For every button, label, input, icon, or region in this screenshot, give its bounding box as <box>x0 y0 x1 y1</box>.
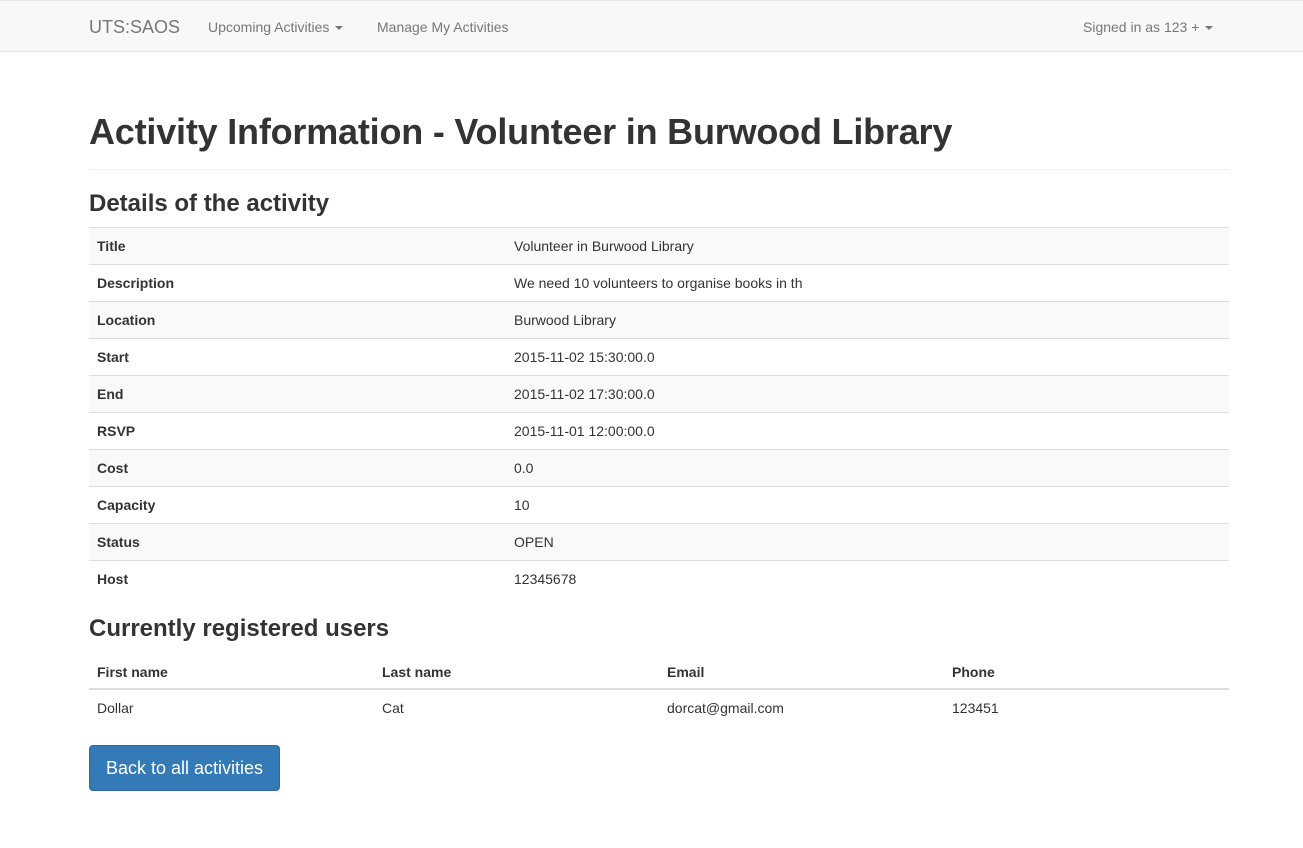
column-header-email: Email <box>659 655 944 690</box>
details-table: Title Volunteer in Burwood Library Descri… <box>89 227 1229 598</box>
table-row: Start 2015-11-02 15:30:00.0 <box>89 338 1229 376</box>
upcoming-activities-dropdown[interactable]: Upcoming Activities <box>208 19 344 35</box>
column-header-phone: Phone <box>944 655 1229 690</box>
cell-last-name: Cat <box>382 699 404 716</box>
caret-down-icon <box>335 26 344 31</box>
detail-label: End <box>89 375 506 413</box>
column-header-first-name: First name <box>89 655 374 690</box>
detail-value: We need 10 volunteers to organise books … <box>506 264 1229 302</box>
table-row: Capacity 10 <box>89 486 1229 524</box>
cell-phone: 123451 <box>952 699 999 716</box>
signed-in-label: Signed in as 123 + <box>1083 19 1200 35</box>
detail-value: OPEN <box>506 523 1229 561</box>
table-row: Title Volunteer in Burwood Library <box>89 227 1229 265</box>
table-row: Host 12345678 <box>89 560 1229 598</box>
back-to-all-activities-button[interactable]: Back to all activities <box>89 744 281 791</box>
title-divider <box>89 169 1229 170</box>
table-row: Dollar Cat dorcat@gmail.com 123451 <box>89 689 1229 726</box>
details-heading: Details of the activity <box>89 190 330 217</box>
detail-label: Capacity <box>89 486 506 524</box>
detail-value: 2015-11-02 17:30:00.0 <box>506 375 1229 413</box>
cell-first-name: Dollar <box>97 699 134 716</box>
detail-label: Host <box>89 560 506 598</box>
detail-value: 10 <box>506 486 1229 524</box>
detail-label: Title <box>89 227 506 265</box>
table-row: Status OPEN <box>89 523 1229 561</box>
detail-value: 2015-11-01 12:00:00.0 <box>506 412 1229 450</box>
table-header-row: First name Last name Email Phone <box>89 655 1229 690</box>
table-row: End 2015-11-02 17:30:00.0 <box>89 375 1229 413</box>
registered-users-heading: Currently registered users <box>89 614 390 642</box>
column-header-last-name: Last name <box>374 655 659 690</box>
detail-label: Cost <box>89 449 506 487</box>
table-row: RSVP 2015-11-01 12:00:00.0 <box>89 412 1229 450</box>
manage-my-activities-link[interactable]: Manage My Activities <box>377 19 509 35</box>
detail-value: Burwood Library <box>506 301 1229 339</box>
main-content: Activity Information - Volunteer in Burw… <box>89 52 1229 791</box>
detail-label: Location <box>89 301 506 339</box>
detail-value: Volunteer in Burwood Library <box>506 227 1229 265</box>
user-account-dropdown[interactable]: Signed in as 123 + <box>1083 19 1214 35</box>
navbar: UTS:SAOS Upcoming Activities Manage My A… <box>0 0 1303 52</box>
table-row: Description We need 10 volunteers to orga… <box>89 264 1229 302</box>
detail-value: 0.0 <box>506 449 1229 487</box>
detail-label: Status <box>89 523 506 561</box>
detail-value: 2015-11-02 15:30:00.0 <box>506 338 1229 376</box>
caret-down-icon <box>1205 26 1214 31</box>
detail-label: Description <box>89 264 506 302</box>
brand-link[interactable]: UTS:SAOS <box>89 17 180 38</box>
detail-value: 12345678 <box>506 560 1229 598</box>
detail-label: Start <box>89 338 506 376</box>
upcoming-activities-label: Upcoming Activities <box>208 19 330 35</box>
table-row: Cost 0.0 <box>89 449 1229 487</box>
registered-users-table: First name Last name Email Phone Dollar … <box>89 655 1229 726</box>
detail-label: RSVP <box>89 412 506 450</box>
cell-email: dorcat@gmail.com <box>667 699 784 716</box>
table-row: Location Burwood Library <box>89 301 1229 339</box>
page-title: Activity Information - Volunteer in Burw… <box>89 111 953 152</box>
